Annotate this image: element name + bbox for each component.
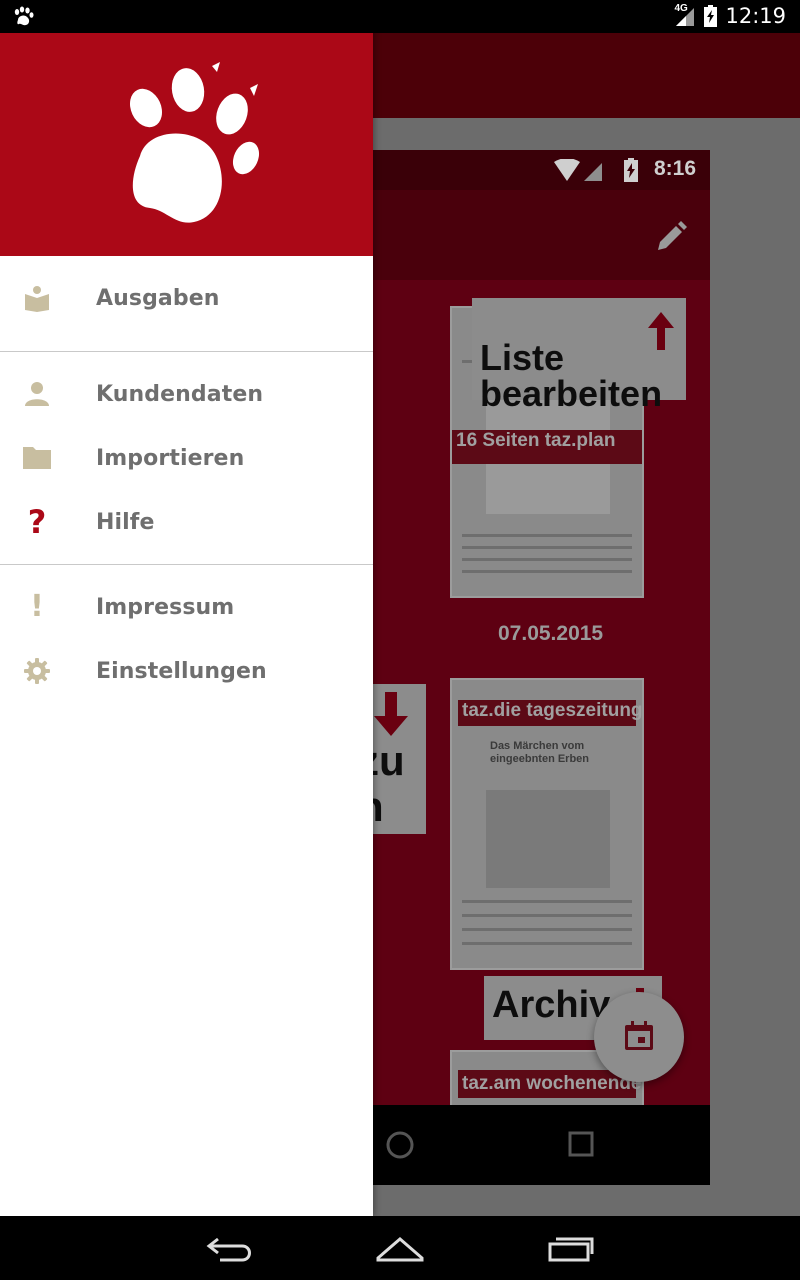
- menu-item-label: Impressum: [96, 594, 235, 620]
- paper-headline: Das Märchen vom eingeebnten Erben: [490, 740, 590, 766]
- callout-edit-list: Liste bearbeiten: [472, 298, 686, 412]
- paper-masthead: taz.die tageszeitung: [462, 700, 643, 721]
- paper-banner: 16 Seiten taz.plan: [456, 430, 616, 451]
- cell-signal-icon: 4G: [674, 3, 696, 27]
- calendar-icon: [625, 1021, 653, 1050]
- question-icon: ?: [27, 503, 47, 541]
- back-icon[interactable]: [206, 1236, 254, 1262]
- phone-clock: 8:16: [653, 157, 696, 180]
- person-icon: [22, 379, 52, 409]
- drawer-header: [0, 0, 373, 256]
- status-bar: 4G 12:19: [0, 0, 800, 33]
- menu-item-label: Einstellungen: [96, 658, 267, 684]
- menu-item-label: Kundendaten: [96, 381, 264, 407]
- menu-item-kundendaten[interactable]: Kundendaten: [0, 362, 373, 426]
- paw-logo: [129, 62, 260, 223]
- clock: 12:19: [725, 4, 786, 28]
- phone-home-icon: [386, 1131, 414, 1159]
- menu-item-ausgaben[interactable]: Ausgaben: [0, 266, 373, 330]
- paper-date: 07.05.2015: [498, 622, 604, 645]
- drawer-menu: Ausgaben Kundendaten Importieren ? Hilfe: [0, 256, 373, 703]
- paper-masthead: taz.am wochenende: [462, 1073, 642, 1094]
- menu-item-label: Hilfe: [96, 509, 155, 535]
- menu-item-einstellungen[interactable]: Einstellungen: [0, 639, 373, 703]
- menu-item-impressum[interactable]: ! Impressum: [0, 575, 373, 639]
- calendar-fab: [594, 992, 684, 1082]
- folder-icon: [22, 443, 52, 473]
- menu-item-importieren[interactable]: Importieren: [0, 426, 373, 490]
- battery-icon: [704, 5, 718, 27]
- exclamation-icon: !: [30, 589, 44, 624]
- paw-icon: [14, 6, 34, 26]
- menu-item-label: Ausgaben: [96, 285, 220, 311]
- recents-icon[interactable]: [548, 1236, 594, 1262]
- wifi-signal-icon: [554, 159, 602, 181]
- gear-icon: [22, 656, 52, 686]
- menu-item-hilfe[interactable]: ? Hilfe: [0, 490, 373, 554]
- navigation-drawer: Ausgaben Kundendaten Importieren ? Hilfe: [0, 0, 373, 1216]
- navigation-bar: [0, 1216, 800, 1280]
- book-icon: [22, 283, 52, 313]
- pencil-icon: [658, 221, 687, 250]
- phone-battery-icon: [624, 158, 638, 182]
- phone-recents-icon: [568, 1131, 594, 1157]
- menu-item-label: Importieren: [96, 445, 245, 471]
- home-icon[interactable]: [376, 1236, 424, 1262]
